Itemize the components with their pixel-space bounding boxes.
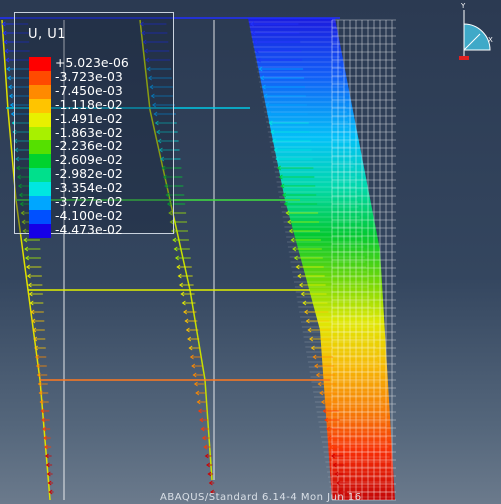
legend-label: -4.473e-02: [55, 221, 123, 237]
legend-swatch: [29, 70, 51, 85]
legend-swatch: [29, 57, 51, 71]
legend-label: -2.236e-02: [55, 138, 123, 154]
legend-label: +5.023e-06: [55, 55, 129, 70]
legend-label: -2.609e-02: [55, 152, 123, 168]
legend-swatch: [29, 154, 51, 169]
legend-label: -3.727e-02: [55, 194, 123, 209]
legend-swatch: [29, 98, 51, 113]
legend-swatch: [29, 126, 51, 141]
legend-swatch: [29, 84, 51, 99]
legend-swatch: [29, 223, 51, 238]
legend-label: -1.118e-02: [55, 96, 123, 112]
legend-label: -4.100e-02: [55, 207, 123, 223]
legend-label: -1.491e-02: [55, 110, 123, 126]
mesh-grid: [331, 19, 396, 501]
legend-label: -1.863e-02: [55, 124, 123, 140]
legend-title: U, U1: [28, 27, 67, 42]
axis-triad: Y X: [450, 2, 496, 62]
legend-swatch: [29, 140, 51, 155]
legend-swatch: [29, 168, 51, 183]
legend-swatch: [29, 112, 51, 127]
legend-swatch: [29, 209, 51, 224]
legend-label: -7.450e-03: [55, 82, 123, 98]
triad-y-label: Y: [461, 2, 466, 10]
footer-text: ABAQUS/Standard 6.14-4 Mon Jun 16: [160, 492, 362, 503]
triad-x-label: X: [488, 36, 493, 44]
legend-entry: -4.473e-02: [29, 221, 169, 238]
legend: U, U1 +5.023e-06 -3.723e-03 -7.450e-03 -1.1…: [14, 12, 174, 238]
legend-label: -2.982e-02: [55, 166, 123, 182]
triad-origin: [459, 56, 469, 60]
legend-swatch: [29, 182, 51, 197]
legend-label: -3.354e-02: [55, 180, 123, 196]
legend-label: -3.723e-03: [55, 68, 123, 84]
legend-swatch: [29, 196, 51, 210]
